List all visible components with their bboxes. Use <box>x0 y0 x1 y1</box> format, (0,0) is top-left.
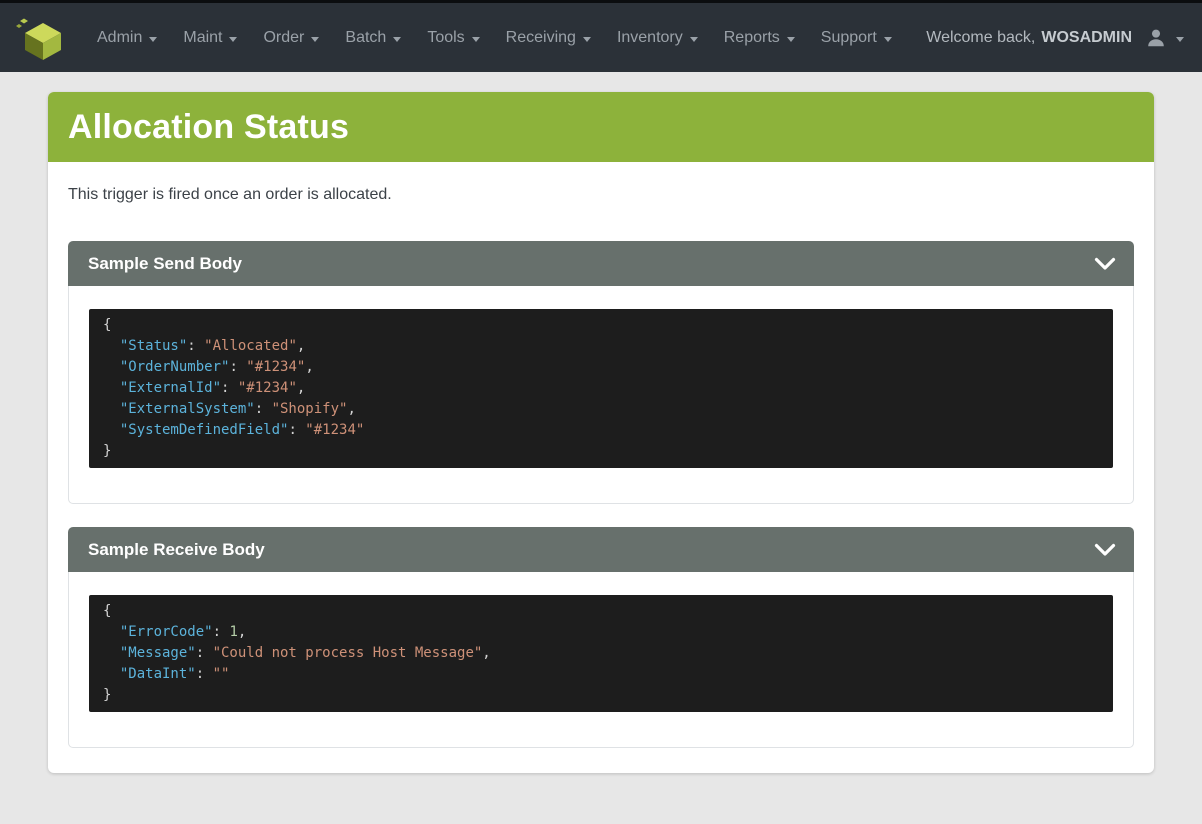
nav-item-tools[interactable]: Tools <box>414 29 492 47</box>
user-menu[interactable] <box>1145 27 1184 49</box>
nav-item-label: Admin <box>97 29 142 47</box>
nav-item-support[interactable]: Support <box>808 29 905 47</box>
panel-body: { "ErrorCode": 1, "Message": "Could not … <box>68 572 1134 748</box>
code-line: "ExternalSystem": "Shopify", <box>103 399 1099 420</box>
nav-item-order[interactable]: Order <box>250 29 332 47</box>
panel-title: Sample Send Body <box>68 254 1094 274</box>
card-body: This trigger is fired once an order is a… <box>48 162 1154 773</box>
nav-item-reports[interactable]: Reports <box>711 29 808 47</box>
main-card: Allocation Status This trigger is fired … <box>48 92 1154 773</box>
user-icon <box>1145 27 1167 49</box>
app-logo[interactable] <box>16 12 64 64</box>
code-line: } <box>103 441 1099 462</box>
chevron-down-icon <box>1094 257 1116 271</box>
navbar-user-area: Welcome back, WOSADMIN <box>926 27 1184 49</box>
code-block-receive: { "ErrorCode": 1, "Message": "Could not … <box>89 595 1113 712</box>
nav-item-inventory[interactable]: Inventory <box>604 29 711 47</box>
caret-down-icon <box>1176 37 1184 42</box>
code-block-send: { "Status": "Allocated", "OrderNumber": … <box>89 309 1113 468</box>
nav-item-label: Tools <box>427 29 464 47</box>
code-line: "Status": "Allocated", <box>103 336 1099 357</box>
code-line: "SystemDefinedField": "#1234" <box>103 420 1099 441</box>
caret-down-icon <box>311 37 319 42</box>
nav-item-label: Order <box>263 29 304 47</box>
code-line: { <box>103 601 1099 622</box>
panel-title: Sample Receive Body <box>68 540 1094 560</box>
panel-header-sample-receive-body[interactable]: Sample Receive Body <box>68 527 1134 572</box>
welcome-text: Welcome back, <box>926 29 1035 47</box>
nav-item-label: Maint <box>183 29 222 47</box>
code-line: } <box>103 685 1099 706</box>
nav-item-receiving[interactable]: Receiving <box>493 29 604 47</box>
panel-sample-send-body: Sample Send Body { "Status": "Allocated"… <box>68 241 1134 504</box>
code-line: { <box>103 315 1099 336</box>
nav-item-label: Inventory <box>617 29 683 47</box>
nav-item-label: Support <box>821 29 877 47</box>
nav-item-label: Receiving <box>506 29 576 47</box>
page-header: Allocation Status <box>48 92 1154 162</box>
caret-down-icon <box>787 37 795 42</box>
code-line: "Message": "Could not process Host Messa… <box>103 643 1099 664</box>
caret-down-icon <box>884 37 892 42</box>
top-navbar: Admin Maint Order Batch Tools Receiving … <box>0 3 1202 72</box>
chevron-down-icon <box>1094 543 1116 557</box>
caret-down-icon <box>229 37 237 42</box>
page-title: Allocation Status <box>68 108 349 147</box>
code-line: "ErrorCode": 1, <box>103 622 1099 643</box>
caret-down-icon <box>690 37 698 42</box>
nav-item-label: Reports <box>724 29 780 47</box>
username-text: WOSADMIN <box>1041 29 1132 47</box>
panel-header-sample-send-body[interactable]: Sample Send Body <box>68 241 1134 286</box>
nav-item-batch[interactable]: Batch <box>332 29 414 47</box>
code-line: "OrderNumber": "#1234", <box>103 357 1099 378</box>
caret-down-icon <box>472 37 480 42</box>
nav-item-admin[interactable]: Admin <box>84 29 170 47</box>
code-line: "DataInt": "" <box>103 664 1099 685</box>
nav-menu: Admin Maint Order Batch Tools Receiving … <box>84 29 926 47</box>
caret-down-icon <box>149 37 157 42</box>
green-cube-logo-icon <box>16 12 64 64</box>
code-line: "ExternalId": "#1234", <box>103 378 1099 399</box>
panel-sample-receive-body: Sample Receive Body { "ErrorCode": 1, "M… <box>68 527 1134 748</box>
nav-item-maint[interactable]: Maint <box>170 29 250 47</box>
panel-body: { "Status": "Allocated", "OrderNumber": … <box>68 286 1134 504</box>
nav-item-label: Batch <box>345 29 386 47</box>
page-description: This trigger is fired once an order is a… <box>68 186 1134 204</box>
caret-down-icon <box>583 37 591 42</box>
caret-down-icon <box>393 37 401 42</box>
